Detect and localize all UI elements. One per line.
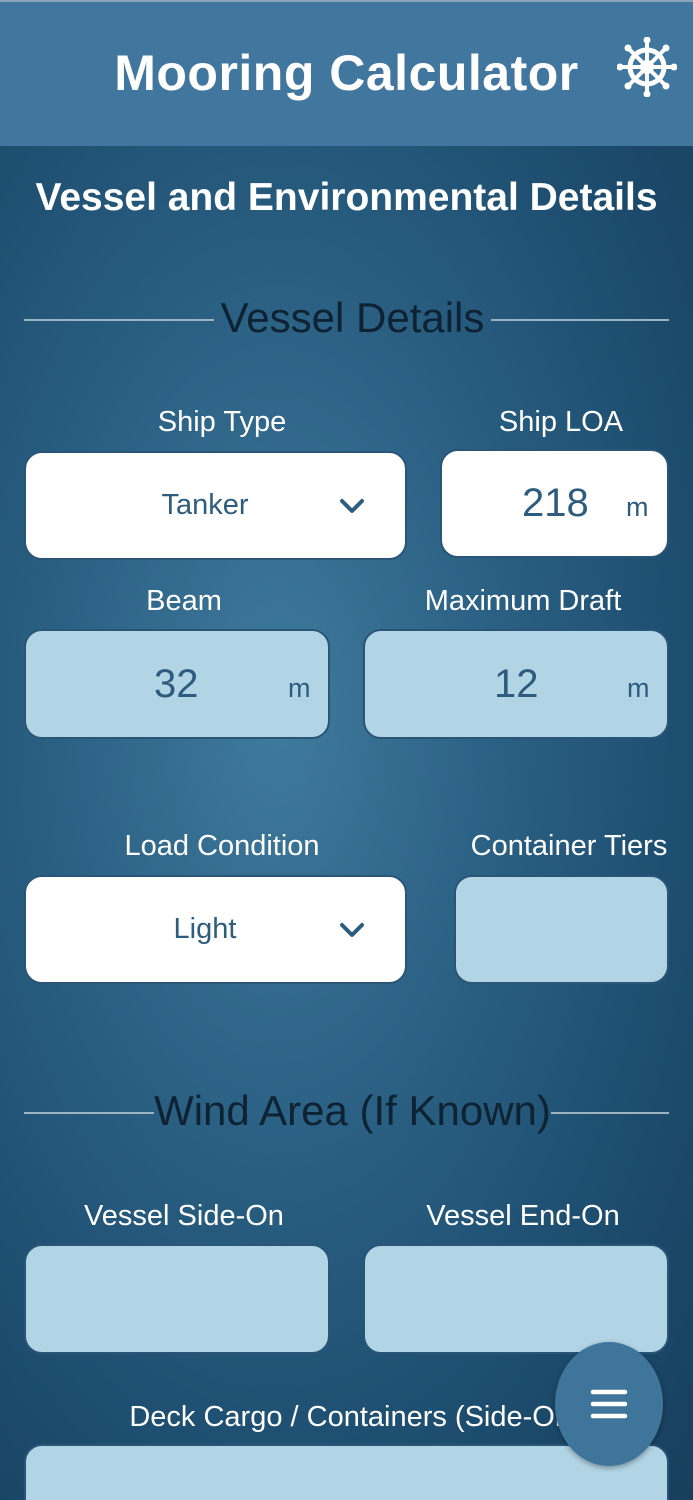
chevron-down-icon [340, 922, 364, 937]
maximum-draft-input[interactable]: 12 m [363, 629, 669, 739]
ship-wheel-icon[interactable] [616, 32, 678, 102]
app-header: Mooring Calculator [0, 0, 693, 146]
container-tiers-input[interactable] [454, 875, 669, 984]
beam-input[interactable]: 32 m [24, 629, 330, 739]
chevron-down-icon [340, 498, 364, 513]
vessel-end-on-input[interactable] [363, 1244, 669, 1354]
section-divider-right [551, 1112, 669, 1114]
vessel-end-on-label: Vessel End-On [426, 1200, 620, 1232]
ship-loa-input[interactable]: 218 m [440, 449, 669, 558]
ship-loa-unit: m [626, 492, 649, 522]
load-condition-label: Load Condition [124, 830, 320, 862]
beam-value: 32 [154, 661, 199, 706]
vessel-side-on-input[interactable] [24, 1244, 330, 1354]
vessel-details-heading: Vessel Details [220, 294, 485, 341]
ship-type-label: Ship Type [157, 406, 287, 438]
beam-label: Beam [146, 585, 222, 617]
maximum-draft-label: Maximum Draft [424, 585, 622, 617]
ship-loa-label: Ship LOA [498, 406, 624, 438]
deck-cargo-input[interactable] [24, 1444, 669, 1500]
container-tiers-label: Container Tiers [470, 830, 668, 862]
menu-fab-button[interactable] [555, 1342, 663, 1466]
ship-type-select[interactable]: Tanker [24, 451, 407, 560]
wind-area-heading: Wind Area (If Known) [154, 1087, 551, 1134]
load-condition-select[interactable]: Light [24, 875, 407, 984]
section-divider-left [24, 319, 214, 321]
menu-icon [590, 1389, 628, 1419]
ship-type-value: Tanker [161, 489, 249, 521]
app-title: Mooring Calculator [114, 45, 579, 101]
load-condition-value: Light [173, 913, 237, 945]
beam-unit: m [288, 672, 311, 703]
ship-loa-value: 218 [522, 481, 589, 525]
page-title: Vessel and Environmental Details [35, 176, 658, 219]
section-divider-right [491, 319, 669, 321]
section-divider-left [24, 1112, 154, 1114]
maximum-draft-unit: m [627, 672, 650, 703]
maximum-draft-value: 12 [494, 661, 539, 706]
vessel-side-on-label: Vessel Side-On [84, 1200, 284, 1232]
